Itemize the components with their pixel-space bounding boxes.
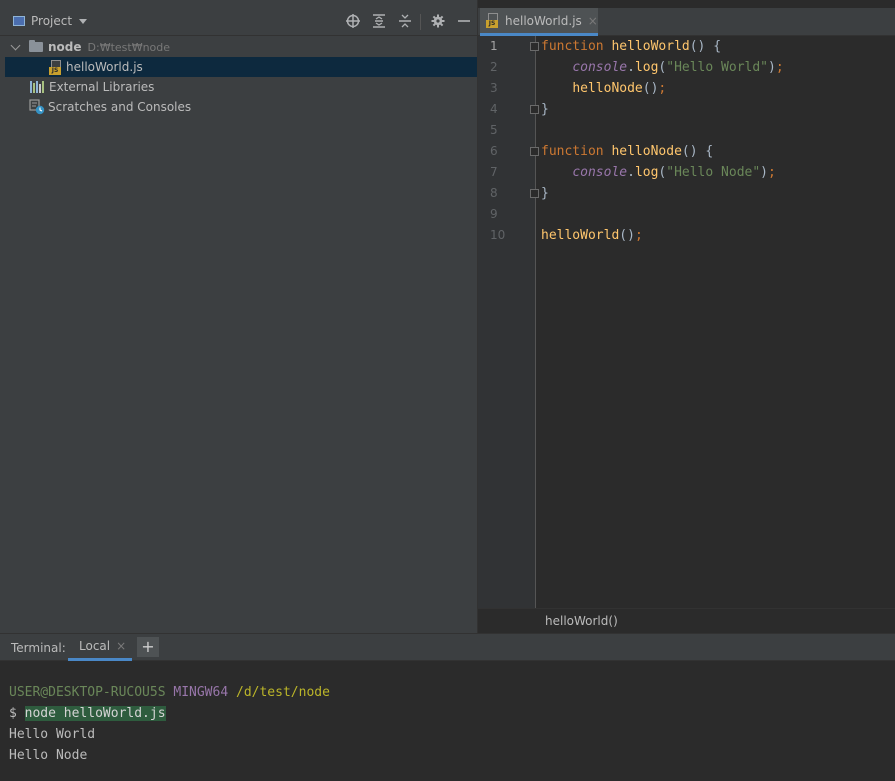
editor-tab-bar: JS helloWorld.js ×	[478, 8, 895, 36]
line-number: 10	[490, 228, 506, 242]
code-line-6: function helloNode() {	[541, 144, 714, 159]
code-function-name: helloNode	[611, 144, 682, 159]
terminal-tab-local[interactable]: Local ×	[68, 634, 132, 661]
line-number-gutter: 1 2 3 4 5 6 7 8 9 10	[478, 36, 539, 608]
tree-root-name: node	[48, 40, 82, 54]
crosshair-icon	[346, 14, 360, 28]
collapse-all-icon	[399, 14, 411, 28]
code-string: "Hello World"	[666, 60, 768, 75]
code-line-1: function helloWorld() {	[541, 39, 722, 54]
editor-area: JS helloWorld.js × 1 2 3 4 5 6 7 8 9 10 …	[478, 0, 895, 633]
javascript-file-icon: JS	[486, 13, 499, 28]
code-line-2: console.log("Hello World");	[572, 60, 784, 75]
editor-tab-helloworld-js[interactable]: JS helloWorld.js ×	[480, 8, 598, 36]
chevron-down-icon[interactable]	[10, 40, 21, 50]
locate-file-button[interactable]	[345, 13, 361, 29]
editor-tab-label: helloWorld.js	[505, 13, 582, 28]
toolbar-divider	[420, 14, 421, 30]
line-number: 7	[490, 165, 498, 179]
terminal-prompt-line: USER@DESKTOP-RUCOU5S MINGW64 /d/test/nod…	[9, 682, 330, 703]
project-panel-header: Project	[0, 8, 478, 36]
expand-all-button[interactable]	[371, 13, 387, 29]
line-number: 9	[490, 207, 498, 221]
code-object: console	[572, 60, 628, 75]
code-line-8: }	[541, 186, 549, 201]
code-string: "Hello Node"	[666, 165, 761, 180]
line-number: 6	[490, 144, 498, 158]
new-terminal-button[interactable]: +	[137, 637, 159, 657]
line-number: 3	[490, 81, 498, 95]
minimize-icon	[458, 20, 470, 22]
close-icon[interactable]: ×	[116, 639, 126, 653]
line-number: 1	[490, 39, 498, 53]
terminal-prompt-system: MINGW64	[173, 685, 229, 700]
expand-all-icon	[373, 14, 385, 28]
code-keyword: function	[541, 39, 604, 54]
terminal-prompt-user: USER@DESKTOP-RUCOU5S	[9, 685, 166, 700]
tree-item-node-folder[interactable]: node D:₩test₩node	[5, 37, 477, 57]
line-number: 8	[490, 186, 498, 200]
close-icon[interactable]: ×	[588, 14, 598, 28]
code-line-3: helloNode();	[572, 81, 667, 96]
terminal-panel: Terminal: Local × + USER@DESKTOP-RUCOU5S…	[0, 633, 895, 781]
tree-item-helloworld-js[interactable]: JS helloWorld.js	[5, 57, 477, 77]
collapse-all-button[interactable]	[397, 13, 413, 29]
terminal-tab-label: Local	[79, 639, 111, 653]
terminal-command: node helloWorld.js	[24, 706, 166, 721]
tree-root-path: D:₩test₩node	[87, 40, 171, 54]
hide-panel-button[interactable]	[456, 13, 472, 29]
fold-marker[interactable]	[530, 189, 539, 198]
code-keyword: function	[541, 144, 604, 159]
fold-marker[interactable]	[530, 42, 539, 51]
terminal-prompt-path: /d/test/node	[236, 685, 330, 700]
terminal-title: Terminal:	[11, 641, 66, 655]
line-number: 5	[490, 123, 498, 137]
tree-item-external-libraries[interactable]: External Libraries	[5, 77, 477, 97]
tree-external-libraries-label: External Libraries	[49, 80, 155, 94]
project-window-icon	[13, 16, 25, 26]
code-method: log	[634, 60, 659, 75]
tree-file-name: helloWorld.js	[66, 60, 143, 74]
javascript-file-icon: JS	[49, 59, 62, 75]
project-view-selector[interactable]: Project	[13, 14, 88, 28]
terminal-tab-bar: Terminal: Local × +	[0, 634, 895, 661]
chevron-down-icon	[79, 18, 88, 24]
fold-marker[interactable]	[530, 105, 539, 114]
folder-icon	[29, 40, 43, 52]
breadcrumb: helloWorld()	[478, 608, 895, 633]
scratch-icon	[29, 99, 45, 115]
code-function-call: helloWorld	[541, 228, 620, 243]
code-method: log	[634, 165, 659, 180]
terminal-output-line: Hello World	[9, 727, 96, 742]
settings-button[interactable]	[430, 13, 446, 29]
tree-scratches-label: Scratches and Consoles	[48, 100, 192, 114]
line-number: 2	[490, 60, 498, 74]
gear-icon	[431, 14, 445, 28]
code-function-call: helloNode	[572, 81, 643, 96]
line-number: 4	[490, 102, 498, 116]
breadcrumb-item[interactable]: helloWorld()	[545, 614, 618, 628]
code-line-4: }	[541, 102, 549, 117]
tree-item-scratches[interactable]: Scratches and Consoles	[5, 97, 477, 117]
project-panel-title: Project	[31, 14, 73, 28]
terminal-prompt-symbol: $	[9, 706, 17, 721]
code-line-7: console.log("Hello Node");	[572, 165, 776, 180]
code-object: console	[572, 165, 628, 180]
terminal-output-line: Hello Node	[9, 748, 88, 763]
terminal-command-line: $ node helloWorld.js	[9, 703, 166, 724]
code-line-10: helloWorld();	[541, 228, 643, 243]
fold-marker[interactable]	[530, 147, 539, 156]
code-function-name: helloWorld	[611, 39, 690, 54]
library-icon	[30, 81, 45, 93]
project-panel: Project node D:₩test₩node JS helloWorld.…	[0, 0, 478, 633]
